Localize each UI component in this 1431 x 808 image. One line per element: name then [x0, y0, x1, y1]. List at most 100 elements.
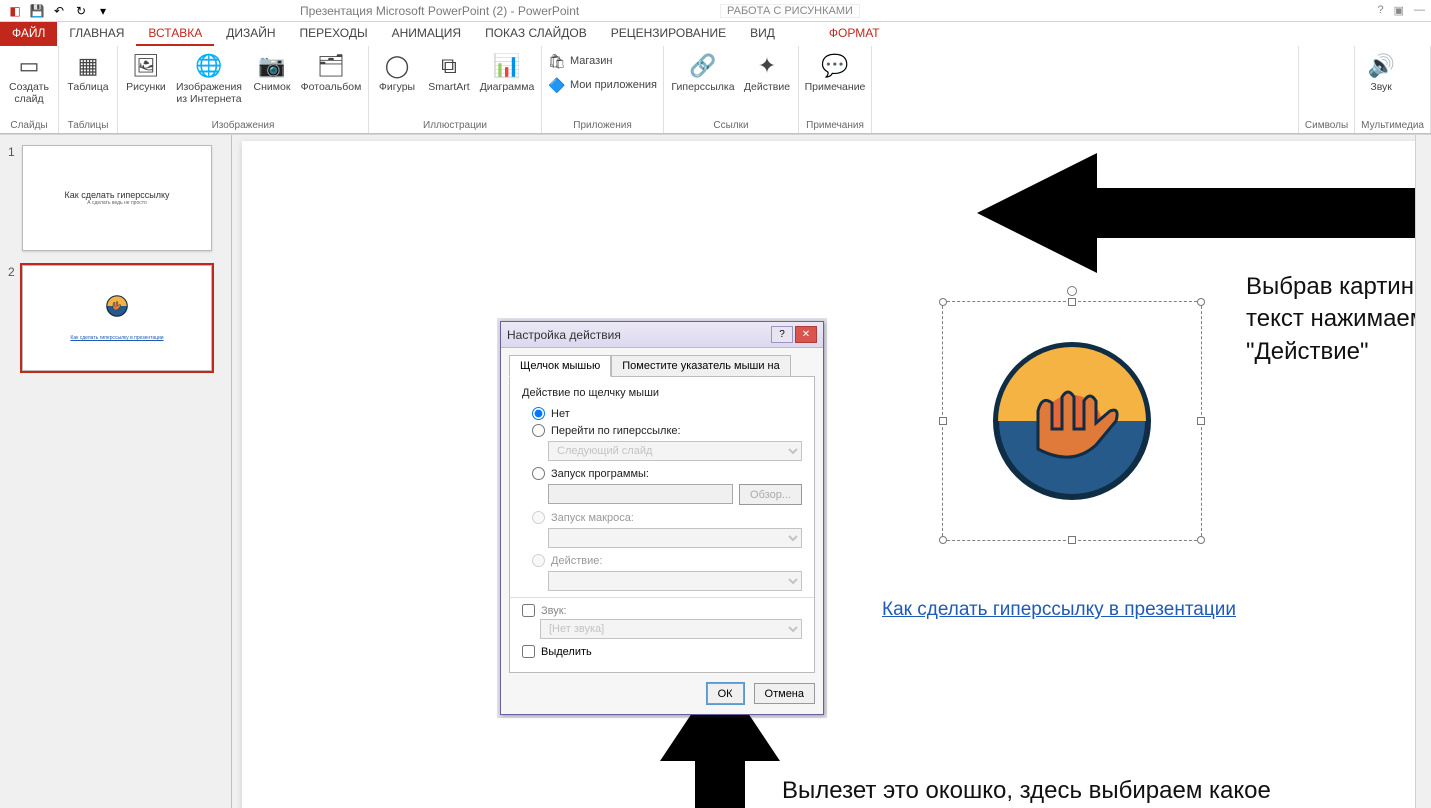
- chart-button[interactable]: 📊 Диаграмма: [479, 50, 535, 94]
- checkbox-sound-input[interactable]: [522, 604, 535, 617]
- sound-button[interactable]: 🔊 Звук: [1361, 50, 1401, 94]
- resize-handle-e[interactable]: [1197, 417, 1205, 425]
- resize-handle-w[interactable]: [939, 417, 947, 425]
- group-illustrations: ◯ Фигуры ⧉ SmartArt 📊 Диаграмма Иллюстра…: [369, 46, 542, 133]
- radio-run-program-input[interactable]: [532, 467, 545, 480]
- resize-handle-nw[interactable]: [939, 298, 947, 306]
- rotate-handle[interactable]: [1067, 286, 1077, 296]
- radio-none-input[interactable]: [532, 407, 545, 420]
- sound-select[interactable]: [Нет звука]: [540, 619, 802, 639]
- radio-run-program-label: Запуск программы:: [551, 468, 649, 480]
- run-program-input[interactable]: [548, 484, 733, 504]
- redo-icon[interactable]: ↻: [72, 2, 90, 20]
- table-button[interactable]: ▦ Таблица: [65, 50, 111, 94]
- dialog-help-button[interactable]: ?: [771, 326, 793, 343]
- browse-button[interactable]: Обзор...: [739, 484, 802, 505]
- comment-button[interactable]: 💬 Примечание: [805, 50, 865, 94]
- slide-thumbnail-2[interactable]: Как сделать гиперссылку в презентации: [22, 265, 212, 371]
- dialog-tab-hover[interactable]: Поместите указатель мыши на: [611, 355, 791, 377]
- screenshot-button[interactable]: 📷 Снимок: [250, 50, 294, 94]
- store-button[interactable]: 🛍 Магазин: [548, 50, 657, 72]
- group-slides: ▭ Создать слайд Слайды: [0, 46, 59, 133]
- hyperlink-select[interactable]: Следующий слайд: [548, 441, 802, 461]
- cancel-button[interactable]: Отмена: [754, 683, 815, 704]
- radio-action: Действие:: [532, 554, 802, 567]
- macro-select: [548, 528, 802, 548]
- group-label-illustrations: Иллюстрации: [375, 118, 535, 131]
- sound-icon: 🔊: [1365, 50, 1397, 82]
- tab-file[interactable]: ФАЙЛ: [0, 22, 57, 46]
- ribbon: ФАЙЛ ГЛАВНАЯ ВСТАВКА ДИЗАЙН ПЕРЕХОДЫ АНИ…: [0, 22, 1431, 135]
- smartart-icon: ⧉: [433, 50, 465, 82]
- tab-review[interactable]: РЕЦЕНЗИРОВАНИЕ: [599, 22, 738, 46]
- annotation-arrow-right-icon: [977, 153, 1431, 273]
- radio-hyperlink[interactable]: Перейти по гиперссылке:: [532, 424, 802, 437]
- group-symbols: Символы: [1299, 46, 1355, 133]
- dialog-group-label: Действие по щелчку мыши: [522, 387, 802, 399]
- dialog-tab-click[interactable]: Щелчок мышью: [509, 355, 611, 377]
- new-slide-button[interactable]: ▭ Создать слайд: [6, 50, 52, 105]
- my-apps-button[interactable]: 🔷 Мои приложения: [548, 74, 657, 96]
- selected-image[interactable]: [942, 301, 1202, 541]
- slide-hyperlink[interactable]: Как сделать гиперссылку в презентации: [882, 599, 1236, 621]
- context-tab-title: РАБОТА С РИСУНКАМИ: [720, 4, 860, 18]
- thumb2-link-text: Как сделать гиперссылку в презентации: [70, 335, 163, 341]
- slide-canvas[interactable]: Как сделать гиперссылку в презентации Вы…: [242, 141, 1422, 808]
- ok-button[interactable]: ОК: [707, 683, 744, 704]
- dialog-titlebar[interactable]: Настройка действия ? ✕: [501, 322, 823, 348]
- checkbox-highlight-label: Выделить: [541, 646, 592, 658]
- save-icon[interactable]: 💾: [28, 2, 46, 20]
- checkbox-highlight-input[interactable]: [522, 645, 535, 658]
- slide-canvas-area: Как сделать гиперссылку в презентации Вы…: [232, 135, 1431, 808]
- resize-handle-n[interactable]: [1068, 298, 1076, 306]
- group-apps: 🛍 Магазин 🔷 Мои приложения Приложения: [542, 46, 664, 133]
- radio-run-program[interactable]: Запуск программы:: [532, 467, 802, 480]
- dialog-tabpane: Действие по щелчку мыши Нет Перейти по г…: [509, 376, 815, 673]
- tab-insert[interactable]: ВСТАВКА: [136, 22, 214, 46]
- slide-thumbnail-1[interactable]: Как сделать гиперссылку А сделать ведь н…: [22, 145, 212, 251]
- tab-slideshow[interactable]: ПОКАЗ СЛАЙДОВ: [473, 22, 599, 46]
- action-icon: ✦: [751, 50, 783, 82]
- qat-more-icon[interactable]: ▾: [94, 2, 112, 20]
- checkbox-sound[interactable]: Звук:: [522, 604, 802, 617]
- resize-handle-ne[interactable]: [1197, 298, 1205, 306]
- app-icon: ◧: [6, 2, 24, 20]
- resize-handle-sw[interactable]: [939, 536, 947, 544]
- checkbox-highlight[interactable]: Выделить: [522, 645, 802, 658]
- tab-design[interactable]: ДИЗАЙН: [214, 22, 287, 46]
- action-button[interactable]: ✦ Действие: [742, 50, 792, 94]
- thumb-number-2: 2: [8, 265, 22, 279]
- checkbox-sound-label: Звук:: [541, 605, 567, 617]
- online-pictures-button[interactable]: 🌐 Изображения из Интернета: [174, 50, 244, 105]
- radio-none[interactable]: Нет: [532, 407, 802, 420]
- smartart-button[interactable]: ⧉ SmartArt: [425, 50, 473, 94]
- ribbon-display-icon[interactable]: ▣: [1394, 4, 1404, 17]
- dialog-body: Щелчок мышью Поместите указатель мыши на…: [501, 348, 823, 714]
- undo-icon[interactable]: ↶: [50, 2, 68, 20]
- quick-access-toolbar: ◧ 💾 ↶ ↻ ▾ Презентация Microsoft PowerPoi…: [0, 0, 1431, 22]
- slide-thumbnails-panel: 1 Как сделать гиперссылку А сделать ведь…: [0, 135, 232, 808]
- radio-hyperlink-input[interactable]: [532, 424, 545, 437]
- tab-view[interactable]: ВИД: [738, 22, 787, 46]
- group-label-symbols: Символы: [1305, 118, 1348, 131]
- annotation-note-1: Выбрав картинку или текст нажимаем "Дейс…: [1246, 271, 1431, 368]
- resize-handle-s[interactable]: [1068, 536, 1076, 544]
- vertical-scrollbar[interactable]: [1415, 135, 1431, 808]
- resize-handle-se[interactable]: [1197, 536, 1205, 544]
- store-icon: 🛍: [548, 52, 566, 70]
- action-settings-dialog: Настройка действия ? ✕ Щелчок мышью Поме…: [500, 321, 824, 715]
- hyperlink-button[interactable]: 🔗 Гиперссылка: [670, 50, 736, 94]
- minimize-icon[interactable]: —: [1414, 4, 1425, 17]
- photo-album-button[interactable]: 🗂 Фотоальбом: [300, 50, 362, 94]
- macro-select-row: [548, 528, 802, 548]
- tab-transitions[interactable]: ПЕРЕХОДЫ: [288, 22, 380, 46]
- annotation-note-2: Вылезет это окошко, здесь выбираем какое…: [782, 775, 1312, 808]
- dialog-close-button[interactable]: ✕: [795, 326, 817, 343]
- tab-format[interactable]: ФОРМАТ: [817, 22, 892, 46]
- tab-animation[interactable]: АНИМАЦИЯ: [380, 22, 473, 46]
- pictures-button[interactable]: 🖼 Рисунки: [124, 50, 168, 94]
- tab-home[interactable]: ГЛАВНАЯ: [57, 22, 136, 46]
- help-icon[interactable]: ?: [1377, 4, 1383, 17]
- shapes-button[interactable]: ◯ Фигуры: [375, 50, 419, 94]
- group-spacer: [872, 46, 1299, 133]
